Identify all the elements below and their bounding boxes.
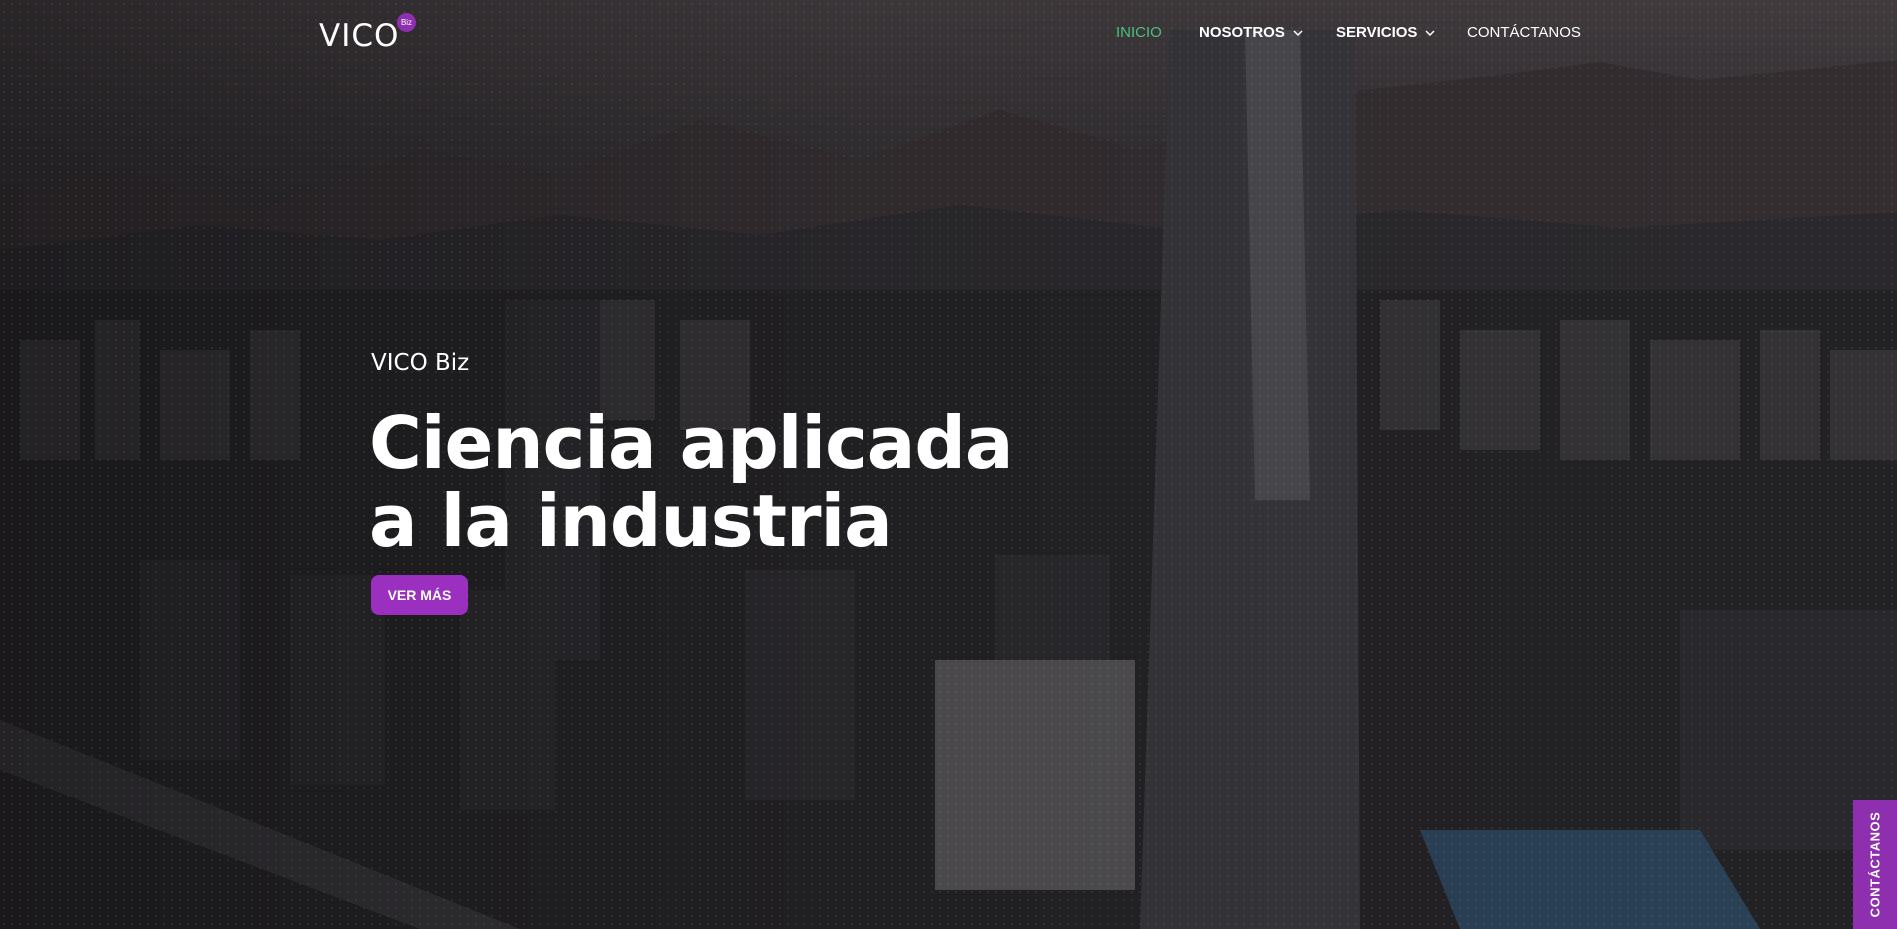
chevron-down-icon: [1293, 29, 1303, 36]
hero-section: VICO Biz INICIO NOSOTROS SERVICIOS CONTÁ…: [0, 0, 1897, 929]
main-nav: INICIO NOSOTROS SERVICIOS CONTÁCTANOS: [0, 24, 1897, 46]
nav-item-label: SERVICIOS: [1336, 24, 1418, 41]
hero-headline-line-2: a la industria: [369, 479, 893, 563]
nav-item-label: INICIO: [1116, 24, 1162, 41]
ver-mas-button[interactable]: VER MÁS: [371, 575, 468, 615]
nav-item-label: CONTÁCTANOS: [1467, 24, 1581, 41]
hero-headline-line-1: Ciencia aplicada: [369, 401, 1013, 485]
side-tab-label: CONTÁCTANOS: [1867, 811, 1883, 918]
nav-item-inicio[interactable]: INICIO: [1116, 24, 1162, 41]
chevron-down-icon: [1425, 29, 1435, 36]
nav-item-nosotros[interactable]: NOSOTROS: [1199, 24, 1303, 41]
hero-eyebrow: VICO Biz: [371, 350, 470, 376]
nav-item-label: NOSOTROS: [1199, 24, 1285, 41]
contact-side-tab[interactable]: CONTÁCTANOS: [1853, 800, 1897, 929]
nav-item-contactanos[interactable]: CONTÁCTANOS: [1467, 24, 1581, 41]
nav-item-servicios[interactable]: SERVICIOS: [1336, 24, 1435, 41]
hero-headline: Ciencia aplicada a la industria: [369, 404, 1013, 560]
